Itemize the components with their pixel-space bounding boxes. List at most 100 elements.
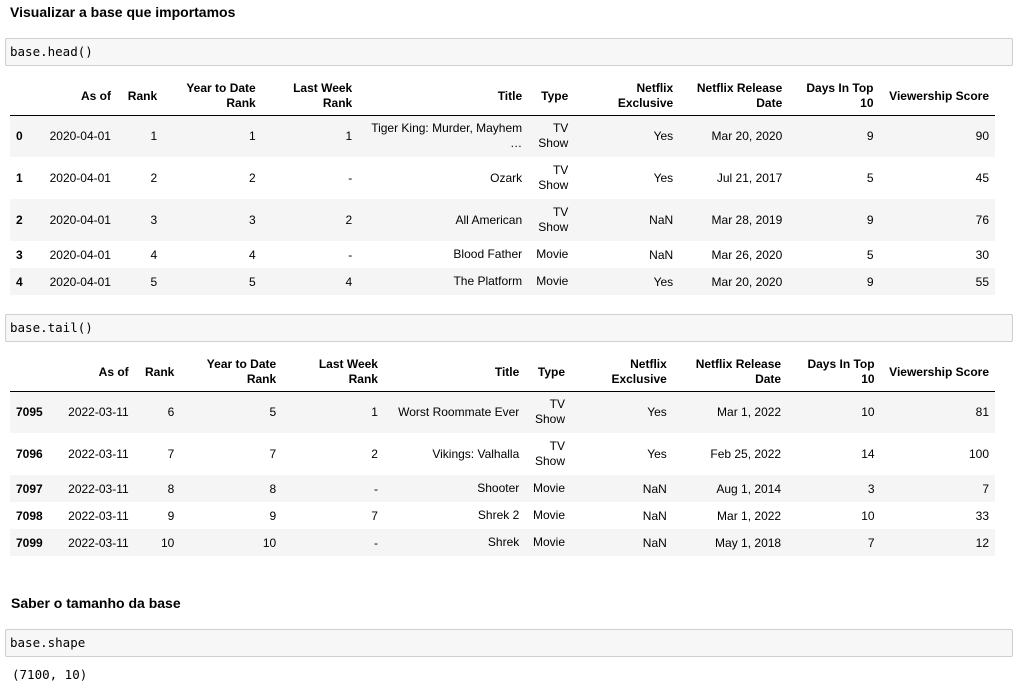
cell-days-top10: 10 xyxy=(861,405,875,420)
cell-as-of: 2020-04-01 xyxy=(49,129,111,144)
table-row: 2 2020-04-01 3 3 2 All American TV Show NaN Mar … xyxy=(10,199,995,241)
cell-ytd-rank: 5 xyxy=(249,274,256,289)
cell-as-of: 2022-03-11 xyxy=(68,447,129,461)
col-header-rank: Rank xyxy=(116,78,164,116)
cell-ytd-rank: 1 xyxy=(249,129,256,144)
cell-type: Movie xyxy=(532,535,565,549)
cell-type: TV Show xyxy=(534,439,565,468)
cell-viewership: 33 xyxy=(975,508,989,523)
cell-ytd-rank: 2 xyxy=(249,171,256,185)
col-header-type: Type xyxy=(525,354,571,392)
cell-netflix-exclusive: Yes xyxy=(647,447,667,461)
cell-ytd-rank: 4 xyxy=(249,247,256,262)
cell-as-of: 2022-03-11 xyxy=(68,481,129,496)
cell-as-of: 2022-03-11 xyxy=(68,405,129,420)
col-header-ytd-rank: Year to Date Rank xyxy=(163,78,262,116)
cell-title: Shooter xyxy=(477,481,520,495)
cell-type: TV Show xyxy=(538,163,569,192)
cell-viewership: 30 xyxy=(975,247,989,262)
row-index: 0 xyxy=(16,129,23,144)
cell-rank: 10 xyxy=(161,535,175,550)
row-index: 4 xyxy=(16,274,23,289)
cell-title: Blood Father xyxy=(453,247,523,261)
cell-last-week-rank: - xyxy=(373,535,378,550)
col-header-release-date: Netflix Release Date xyxy=(672,354,788,392)
cell-rank: 9 xyxy=(167,508,175,523)
cell-title: Shrek xyxy=(487,535,520,549)
table-row: 7098 2022-03-11 9 9 7 Shrek 2 Movie NaN Mar 1, 2… xyxy=(10,502,995,529)
cell-as-of: 2022-03-11 xyxy=(68,508,129,523)
cell-netflix-exclusive: NaN xyxy=(649,213,674,227)
col-header-rank: Rank xyxy=(134,354,181,392)
cell-days-top10: 5 xyxy=(866,171,874,185)
cell-rank: 3 xyxy=(150,213,158,227)
cell-netflix-exclusive: NaN xyxy=(642,535,667,550)
row-index: 3 xyxy=(16,247,23,262)
cell-viewership: 55 xyxy=(975,274,989,289)
cell-as-of: 2020-04-01 xyxy=(49,247,111,262)
cell-rank: 5 xyxy=(150,274,158,289)
cell-last-week-rank: 1 xyxy=(345,129,353,144)
code-cell-tail[interactable]: base.tail() xyxy=(5,314,1013,342)
col-header-netflix-exclusive: Netflix Exclusive xyxy=(571,354,673,392)
cell-days-top10: 10 xyxy=(861,508,875,523)
cell-title: Tiger King: Murder, Mayhem … xyxy=(371,121,523,151)
cell-days-top10: 14 xyxy=(861,447,875,461)
cell-rank: 4 xyxy=(150,247,158,262)
cell-type: Movie xyxy=(536,274,569,288)
col-header-type: Type xyxy=(528,78,575,116)
code-cell-shape[interactable]: base.shape xyxy=(5,629,1013,657)
table-row: 7095 2022-03-11 6 5 1 Worst Roommate Ever TV S… xyxy=(10,391,995,433)
heading-tamanho: Saber o tamanho da base xyxy=(11,595,181,611)
cell-days-top10: 9 xyxy=(866,213,874,227)
col-header-viewership: Viewership Score xyxy=(879,78,995,116)
table-row: 7096 2022-03-11 7 7 2 Vikings: Valhalla TV Sho… xyxy=(10,433,995,475)
cell-title: The Platform xyxy=(453,274,523,288)
cell-days-top10: 9 xyxy=(866,129,874,144)
col-header-netflix-exclusive: Netflix Exclusive xyxy=(574,78,680,116)
cell-last-week-rank: 2 xyxy=(371,447,378,461)
cell-netflix-exclusive: Yes xyxy=(653,129,674,144)
row-index: 7099 xyxy=(16,535,43,550)
heading-visualizar: Visualizar a base que importamos xyxy=(10,4,236,20)
cell-as-of: 2020-04-01 xyxy=(49,274,111,289)
row-index: 7096 xyxy=(16,447,43,461)
cell-days-top10: 9 xyxy=(866,274,874,289)
col-header-title: Title xyxy=(383,354,526,392)
cell-as-of: 2020-04-01 xyxy=(49,213,111,227)
cell-release-date: Feb 25, 2022 xyxy=(710,447,782,461)
cell-days-top10: 5 xyxy=(866,247,874,262)
cell-type: TV Show xyxy=(538,121,569,151)
col-header-as-of: As of xyxy=(55,354,135,392)
cell-last-week-rank: - xyxy=(348,247,353,262)
cell-release-date: Mar 1, 2022 xyxy=(717,405,782,420)
cell-title: Ozark xyxy=(490,170,523,185)
cell-as-of: 2020-04-01 xyxy=(49,171,111,185)
cell-type: Movie xyxy=(532,508,565,522)
col-header-last-week-rank: Last Week Rank xyxy=(282,354,384,392)
col-header-days-top10: Days In Top 10 xyxy=(787,354,881,392)
row-index: 2 xyxy=(16,213,23,227)
cell-rank: 2 xyxy=(150,171,158,185)
cell-last-week-rank: 2 xyxy=(345,213,353,227)
cell-as-of: 2022-03-11 xyxy=(68,535,129,550)
cell-last-week-rank: 1 xyxy=(371,405,378,420)
cell-last-week-rank: - xyxy=(373,481,378,496)
cell-days-top10: 3 xyxy=(867,481,875,496)
cell-netflix-exclusive: Yes xyxy=(653,274,674,289)
cell-title: All American xyxy=(455,212,523,227)
cell-viewership: 7 xyxy=(982,481,989,496)
cell-viewership: 100 xyxy=(968,447,989,461)
cell-release-date: Jul 21, 2017 xyxy=(716,171,783,185)
cell-days-top10: 7 xyxy=(867,535,875,550)
cell-title: Worst Roommate Ever xyxy=(398,404,520,419)
cell-viewership: 90 xyxy=(975,129,989,144)
table-row: 3 2020-04-01 4 4 - Blood Father Movie NaN Mar 26… xyxy=(10,241,995,268)
cell-rank: 6 xyxy=(167,405,175,420)
cell-netflix-exclusive: Yes xyxy=(647,405,667,420)
col-header-release-date: Netflix Release Date xyxy=(679,78,789,116)
col-header-last-week-rank: Last Week Rank xyxy=(261,78,359,116)
row-index: 7095 xyxy=(16,405,43,420)
code-cell-head[interactable]: base.head() xyxy=(5,38,1013,66)
cell-ytd-rank: 5 xyxy=(269,405,277,420)
